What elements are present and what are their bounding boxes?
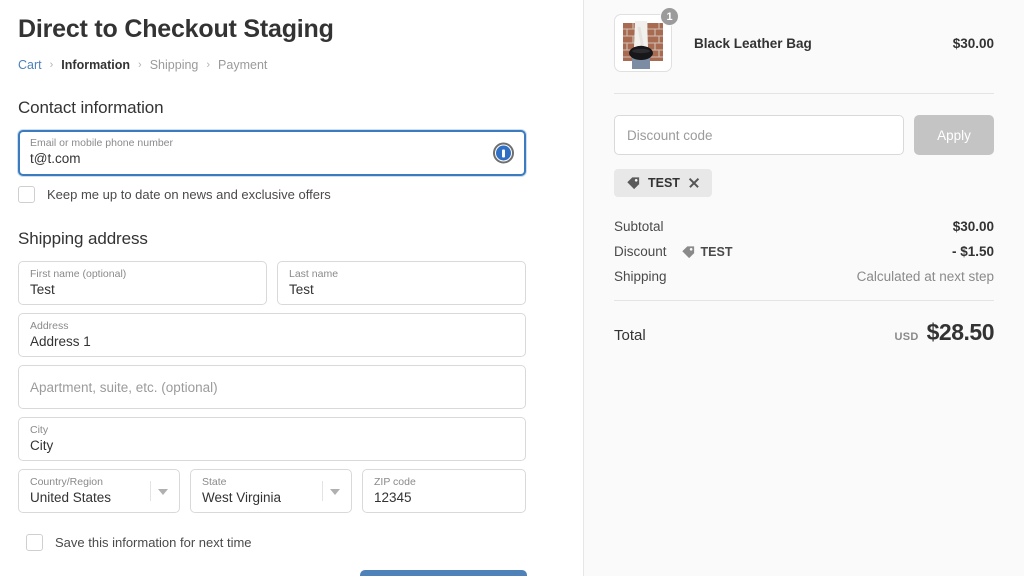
total-row-discount: Discount TEST - $1.50 xyxy=(614,244,994,259)
first-name-label: First name (optional) xyxy=(30,268,127,280)
quantity-badge: 1 xyxy=(660,7,679,26)
shipping-value: Calculated at next step xyxy=(856,269,994,284)
continue-to-shipping-button[interactable]: Continue to shipping xyxy=(360,570,527,576)
discount-row: Discount code Apply xyxy=(614,115,994,155)
product-thumbnail-wrap: 1 xyxy=(614,7,679,72)
country-select[interactable]: Country/Region United States xyxy=(18,469,180,513)
zip-label: ZIP code xyxy=(374,476,416,488)
city-field[interactable]: City City xyxy=(18,417,526,461)
newsletter-checkbox[interactable] xyxy=(18,186,35,203)
product-price: $30.00 xyxy=(952,35,994,51)
city-value: City xyxy=(30,438,54,453)
checkout-page: Direct to Checkout Staging Cart › Inform… xyxy=(0,0,1024,576)
breadcrumb-information: Information xyxy=(61,58,131,72)
shipping-label: Shipping xyxy=(614,269,667,284)
checkout-main-column: Direct to Checkout Staging Cart › Inform… xyxy=(0,0,584,576)
grand-total-row: Total USD $28.50 xyxy=(614,319,995,346)
applied-discount-chip: TEST xyxy=(614,169,712,197)
order-summary-panel: 1 Black Leather Bag $30.00 Discount code… xyxy=(584,0,1024,576)
product-image xyxy=(617,17,669,69)
select-divider xyxy=(322,481,323,501)
breadcrumb-separator-icon: › xyxy=(49,59,54,71)
grand-total-currency: USD xyxy=(894,331,919,343)
address-field[interactable]: Address Address 1 xyxy=(18,313,526,357)
state-label: State xyxy=(202,476,227,488)
email-field-label: Email or mobile phone number xyxy=(30,137,173,149)
breadcrumb-payment: Payment xyxy=(218,58,268,72)
zip-value: 12345 xyxy=(374,490,412,505)
newsletter-checkbox-row[interactable]: Keep me up to date on news and exclusive… xyxy=(18,186,526,203)
email-field-value: t@t.com xyxy=(30,151,81,166)
apartment-placeholder: Apartment, suite, etc. (optional) xyxy=(30,379,218,395)
totals-list: Subtotal $30.00 Discount TEST - $1.50 Sh… xyxy=(614,219,994,284)
name-row: First name (optional) Test Last name Tes… xyxy=(18,261,526,313)
remove-discount-icon[interactable] xyxy=(688,177,700,189)
order-line-item: 1 Black Leather Bag $30.00 xyxy=(614,0,994,72)
state-value: West Virginia xyxy=(202,490,282,505)
breadcrumb-separator-icon: › xyxy=(138,59,142,71)
tag-icon xyxy=(627,177,640,190)
summary-divider-top xyxy=(614,93,994,94)
subtotal-label: Subtotal xyxy=(614,219,664,234)
state-select[interactable]: State West Virginia xyxy=(190,469,352,513)
first-name-value: Test xyxy=(30,282,55,297)
zip-field[interactable]: ZIP code 12345 xyxy=(362,469,526,513)
email-field[interactable]: Email or mobile phone number t@t.com xyxy=(18,130,526,176)
shop-account-icon[interactable] xyxy=(493,142,514,164)
address-value: Address 1 xyxy=(30,334,91,349)
breadcrumb-separator-icon: › xyxy=(206,59,211,71)
breadcrumb: Cart › Information › Shipping › Payment xyxy=(18,58,526,72)
summary-divider-bottom xyxy=(614,300,994,301)
discount-label: Discount xyxy=(614,244,667,259)
save-info-checkbox-row[interactable]: Save this information for next time xyxy=(26,534,526,551)
apartment-field[interactable]: Apartment, suite, etc. (optional) xyxy=(18,365,526,409)
city-label: City xyxy=(30,424,49,436)
grand-total-label: Total xyxy=(614,327,646,344)
discount-code-placeholder: Discount code xyxy=(627,127,713,143)
breadcrumb-cart[interactable]: Cart xyxy=(18,58,42,72)
grand-total-amount: $28.50 xyxy=(926,319,995,345)
page-title: Direct to Checkout Staging xyxy=(18,15,334,43)
last-name-label: Last name xyxy=(289,268,339,280)
save-info-checkbox[interactable] xyxy=(26,534,43,551)
discount-code-input[interactable]: Discount code xyxy=(614,115,904,155)
newsletter-label: Keep me up to date on news and exclusive… xyxy=(47,187,331,202)
product-name: Black Leather Bag xyxy=(694,35,812,51)
country-state-zip-row: Country/Region United States State West … xyxy=(18,469,526,521)
tag-icon xyxy=(681,245,694,258)
subtotal-value: $30.00 xyxy=(952,219,994,234)
total-row-shipping: Shipping Calculated at next step xyxy=(614,269,994,284)
total-row-subtotal: Subtotal $30.00 xyxy=(614,219,994,234)
contact-information-heading: Contact information xyxy=(18,98,164,117)
save-info-label: Save this information for next time xyxy=(55,535,252,550)
apply-discount-button[interactable]: Apply xyxy=(914,115,994,155)
first-name-field[interactable]: First name (optional) Test xyxy=(18,261,267,305)
discount-tag: TEST xyxy=(681,244,733,259)
breadcrumb-shipping: Shipping xyxy=(149,58,199,72)
last-name-field[interactable]: Last name Test xyxy=(277,261,526,305)
country-value: United States xyxy=(30,490,112,505)
discount-tag-code: TEST xyxy=(700,244,733,259)
address-label: Address xyxy=(30,320,69,332)
applied-discount-code: TEST xyxy=(648,176,680,190)
discount-value: - $1.50 xyxy=(951,244,994,259)
chevron-down-icon xyxy=(330,489,340,495)
shipping-address-heading: Shipping address xyxy=(18,229,148,248)
country-label: Country/Region xyxy=(30,476,103,488)
select-divider xyxy=(150,481,151,501)
last-name-value: Test xyxy=(289,282,314,297)
chevron-down-icon xyxy=(158,489,168,495)
